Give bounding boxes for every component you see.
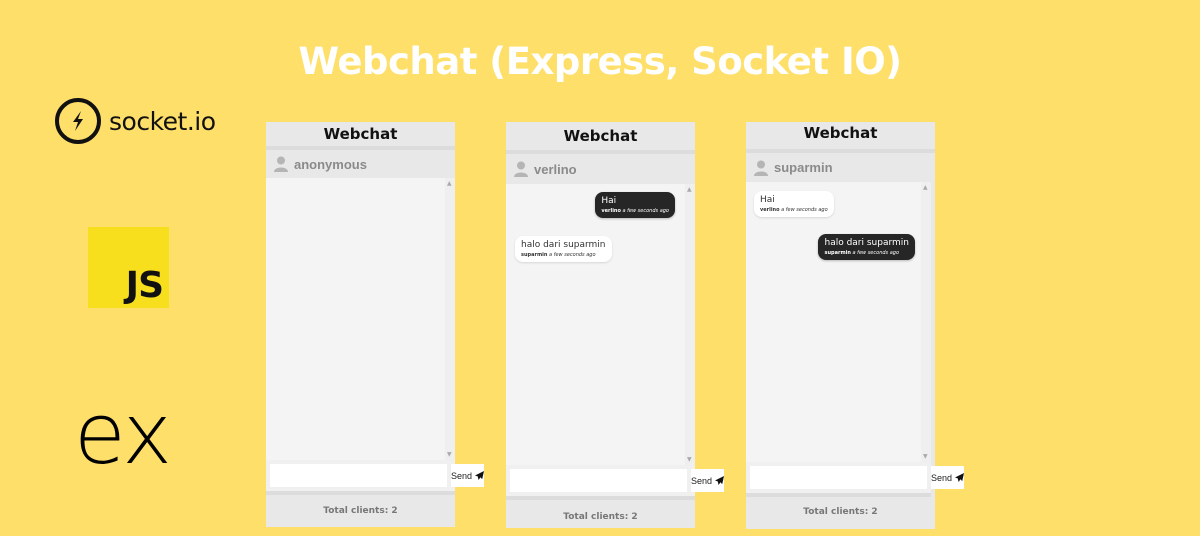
message-input[interactable] <box>270 464 447 487</box>
scroll-down-icon[interactable]: ▼ <box>687 456 692 463</box>
chat-panel-anonymous: Webchat anonymous ▲ ▼ Send Total clients:… <box>266 122 485 527</box>
message-text: halo dari suparmin <box>824 238 909 248</box>
chat-panel-verlino: Webchat verlino Hai verlino a few second… <box>506 122 725 528</box>
message-time: a few seconds ago <box>781 207 828 213</box>
socketio-logo: socket.io <box>55 98 216 144</box>
compose-bar: Send <box>746 462 965 497</box>
total-clients: Total clients: 2 <box>803 507 878 517</box>
user-bar: verlino <box>506 154 695 184</box>
chat-panel-suparmin: Webchat suparmin Hai verlino a few secon… <box>746 122 965 529</box>
scroll-down-icon[interactable]: ▼ <box>923 453 928 460</box>
user-icon <box>754 160 768 176</box>
message-bubble-other: Hai verlino a few seconds ago <box>754 191 834 217</box>
total-clients: Total clients: 2 <box>323 506 398 516</box>
javascript-logo: JS <box>88 227 169 308</box>
scroll-down-icon[interactable]: ▼ <box>447 451 452 458</box>
paper-plane-icon <box>955 473 965 482</box>
message-author: verlino <box>601 208 621 214</box>
panel-title: Webchat <box>746 122 935 153</box>
paper-plane-icon <box>475 471 485 480</box>
user-icon <box>274 156 288 172</box>
message-time: a few seconds ago <box>549 252 596 258</box>
send-label: Send <box>931 472 953 483</box>
page-title: Webchat (Express, Socket IO) <box>298 40 902 83</box>
paper-plane-icon <box>715 476 725 485</box>
message-time: a few seconds ago <box>852 250 900 256</box>
message-input[interactable] <box>510 469 687 492</box>
message-text: Hai <box>760 195 775 205</box>
scroll-up-icon[interactable]: ▲ <box>687 186 692 193</box>
message-bubble-other: halo dari suparmin suparmin a few second… <box>515 236 612 262</box>
send-button[interactable]: Send <box>691 469 725 492</box>
scrollbar[interactable]: ▲ ▼ <box>921 182 931 462</box>
message-time: a few seconds ago <box>622 208 670 214</box>
message-author: verlino <box>760 207 780 213</box>
send-label: Send <box>451 470 473 481</box>
socketio-logo-text: socket.io <box>109 106 216 136</box>
compose-bar: Send <box>506 465 725 500</box>
scrollbar[interactable]: ▲ ▼ <box>685 184 695 465</box>
username: anonymous <box>294 156 367 172</box>
compose-bar: Send <box>266 460 485 495</box>
panel-title: Webchat <box>506 122 695 154</box>
message-input[interactable] <box>750 466 927 489</box>
message-author: suparmin <box>824 250 851 256</box>
javascript-logo-text: JS <box>125 265 164 306</box>
scroll-up-icon[interactable]: ▲ <box>923 184 928 191</box>
user-bar: suparmin <box>746 153 931 182</box>
send-button[interactable]: Send <box>451 464 485 487</box>
express-logo: ex <box>74 385 172 483</box>
message-list[interactable]: ▲ ▼ <box>266 178 455 460</box>
socketio-bolt-icon <box>55 98 101 144</box>
send-button[interactable]: Send <box>931 466 965 489</box>
scrollbar[interactable]: ▲ ▼ <box>445 178 455 460</box>
user-icon <box>514 161 528 177</box>
message-author: suparmin <box>521 252 548 258</box>
user-bar: anonymous <box>266 150 455 178</box>
total-clients: Total clients: 2 <box>563 512 638 522</box>
username: suparmin <box>774 160 833 175</box>
message-text: Hai <box>601 196 617 206</box>
panel-title: Webchat <box>266 122 455 150</box>
message-bubble-own: halo dari suparmin suparmin a few second… <box>818 234 915 260</box>
message-text: halo dari suparmin <box>521 240 606 250</box>
message-list[interactable]: Hai verlino a few seconds ago halo dari … <box>506 184 695 465</box>
message-bubble-own: Hai verlino a few seconds ago <box>595 192 675 218</box>
scroll-up-icon[interactable]: ▲ <box>447 180 452 187</box>
username: verlino <box>534 161 577 177</box>
message-list[interactable]: Hai verlino a few seconds ago halo dari … <box>746 182 931 462</box>
send-label: Send <box>691 475 713 486</box>
